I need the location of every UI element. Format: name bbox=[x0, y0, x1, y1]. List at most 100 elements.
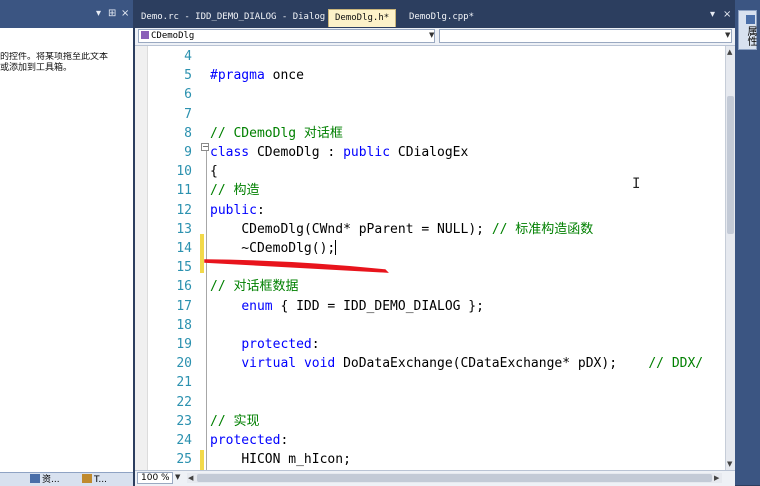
panel-dropdown-icon[interactable]: ▾ bbox=[96, 9, 101, 19]
line-number: 10 bbox=[176, 164, 192, 180]
tab-properties[interactable]: 属性 bbox=[738, 10, 757, 50]
pin-icon[interactable]: ⊞ bbox=[108, 9, 116, 19]
line-number: 7 bbox=[184, 106, 192, 122]
scroll-up-icon[interactable]: ▲ bbox=[727, 48, 732, 56]
panel-close-icon[interactable]: × bbox=[121, 9, 129, 19]
code-line[interactable]: 25 HICON m_hIcon; bbox=[135, 450, 725, 469]
tab-list-dropdown-icon[interactable]: ▾ bbox=[710, 9, 715, 21]
code-text: ~CDemoDlg(); bbox=[210, 240, 337, 256]
horizontal-scrollbar[interactable]: ◀ ▶ bbox=[187, 473, 722, 483]
code-line[interactable]: 8 // CDemoDlg 对话框 bbox=[135, 124, 725, 143]
horizontal-scroll-thumb[interactable] bbox=[197, 474, 712, 482]
code-line[interactable]: 14 ~CDemoDlg(); bbox=[135, 239, 725, 258]
code-area[interactable]: − 4 5 #pragma once 6 7 8// CDemoDlg 对话框 9 class… bbox=[135, 46, 725, 470]
chevron-down-icon[interactable]: ▼ bbox=[175, 473, 180, 481]
chevron-down-icon[interactable]: ▼ bbox=[429, 29, 434, 41]
code-line[interactable]: 9 class CDemoDlg : public CDialogEx bbox=[135, 143, 725, 162]
toolbox-description-line: 的控件。将某项拖至此文本 bbox=[0, 52, 109, 62]
code-text: CDemoDlg(CWnd* pParent = NULL); // 标准构造函… bbox=[241, 221, 594, 237]
line-number: 12 bbox=[176, 202, 192, 218]
toolbox-description: 的控件。将某项拖至此文本 或添加到工具箱。 bbox=[0, 52, 133, 74]
code-text: class CDemoDlg : public CDialogEx bbox=[210, 145, 469, 160]
code-line[interactable]: 5 #pragma once bbox=[135, 66, 725, 85]
line-number: 9 bbox=[184, 145, 192, 160]
code-line[interactable]: 24 protected: bbox=[135, 431, 725, 450]
line-number: 15 bbox=[176, 260, 192, 276]
line-number: 11 bbox=[176, 183, 192, 199]
chevron-down-icon[interactable]: ▼ bbox=[725, 29, 730, 41]
zoom-combo[interactable]: 100 % bbox=[137, 472, 173, 484]
code-line[interactable]: 13 CDemoDlg(CWnd* pParent = NULL); // 标准… bbox=[135, 220, 725, 239]
toolbox-panel: ▾ ⊞ × 的控件。将某项拖至此文本 或添加到工具箱。 资... T... bbox=[0, 0, 133, 486]
panel-bottom-tabs: 资... T... bbox=[0, 472, 133, 486]
line-number: 21 bbox=[176, 375, 192, 391]
code-text: enum { IDD = IDD_DEMO_DIALOG }; bbox=[241, 298, 484, 314]
close-document-icon[interactable]: × bbox=[723, 9, 731, 21]
line-number: 24 bbox=[176, 433, 192, 448]
code-text: // 对话框数据 bbox=[210, 279, 299, 295]
editor-bottom-bar: 100 % ▼ ◀ ▶ bbox=[135, 470, 735, 486]
code-text: // CDemoDlg 对话框 bbox=[210, 125, 343, 141]
code-line[interactable]: 22 bbox=[135, 393, 725, 412]
code-line[interactable]: 17 enum { IDD = IDD_DEMO_DIALOG }; bbox=[135, 297, 725, 316]
navigation-bar: CDemoDlg ▼ ▼ bbox=[135, 28, 735, 46]
tab-resource-view[interactable]: 资... bbox=[30, 474, 60, 486]
code-text: protected: bbox=[210, 433, 289, 448]
code-line[interactable]: 18 bbox=[135, 316, 725, 335]
line-number: 5 bbox=[184, 68, 192, 84]
toolbox-description-line: 或添加到工具箱。 bbox=[0, 63, 73, 73]
code-line[interactable]: 7 bbox=[135, 105, 725, 124]
code-text: protected: bbox=[241, 337, 320, 352]
tab-demodlg-cpp[interactable]: DemoDlg.cpp* bbox=[403, 9, 480, 27]
code-line[interactable]: 23 // 实现 bbox=[135, 412, 725, 431]
vertical-scroll-thumb[interactable] bbox=[727, 96, 734, 234]
class-icon bbox=[141, 31, 149, 39]
properties-icon bbox=[745, 14, 755, 24]
code-text: virtual void DoDataExchange(CDataExchang… bbox=[241, 356, 704, 372]
line-number: 6 bbox=[184, 87, 192, 103]
line-number: 18 bbox=[176, 317, 192, 333]
tab-controls: ▾ × bbox=[708, 9, 734, 23]
code-line[interactable]: 20 virtual void DoDataExchange(CDataExch… bbox=[135, 354, 725, 373]
line-number: 25 bbox=[176, 452, 192, 468]
tab-demo-rc[interactable]: Demo.rc - IDD_DEMO_DIALOG - Dialog bbox=[135, 9, 331, 27]
text-caret bbox=[335, 240, 337, 255]
line-number: 14 bbox=[176, 241, 192, 256]
class-combo[interactable]: CDemoDlg bbox=[138, 29, 435, 43]
mouse-ibeam-cursor: I bbox=[632, 176, 641, 192]
line-number: 8 bbox=[184, 125, 192, 141]
scroll-left-icon[interactable]: ◀ bbox=[188, 473, 193, 483]
scroll-right-icon[interactable]: ▶ bbox=[714, 473, 719, 483]
code-line[interactable]: 6 bbox=[135, 85, 725, 104]
scroll-down-icon[interactable]: ▼ bbox=[727, 460, 732, 468]
line-number: 23 bbox=[176, 413, 192, 429]
document-tab-bar: Demo.rc - IDD_DEMO_DIALOG - Dialog DemoD… bbox=[135, 0, 735, 28]
tab-toolbox[interactable]: T... bbox=[82, 474, 107, 486]
code-line[interactable]: 16 // 对话框数据 bbox=[135, 277, 725, 296]
tab-demodlg-h[interactable]: DemoDlg.h* bbox=[328, 9, 397, 27]
resource-view-icon bbox=[30, 474, 40, 483]
code-text: HICON m_hIcon; bbox=[241, 452, 351, 468]
code-line[interactable]: 12 public: bbox=[135, 201, 725, 220]
line-number: 22 bbox=[176, 394, 192, 410]
line-number: 4 bbox=[184, 49, 192, 64]
red-annotation-underline bbox=[204, 259, 389, 273]
code-line[interactable]: 19 protected: bbox=[135, 335, 725, 354]
code-line[interactable]: 4 bbox=[135, 47, 725, 66]
member-combo[interactable] bbox=[439, 29, 732, 43]
line-number: 16 bbox=[176, 279, 192, 295]
right-tool-strip: 属性 bbox=[735, 0, 760, 485]
line-number: 20 bbox=[176, 356, 192, 372]
line-number: 13 bbox=[176, 221, 192, 237]
code-text: public: bbox=[210, 202, 265, 218]
line-number: 19 bbox=[176, 337, 192, 352]
code-text: // 构造 bbox=[210, 183, 260, 199]
line-number: 17 bbox=[176, 298, 192, 314]
code-text: // 实现 bbox=[210, 413, 260, 429]
toolbox-header: ▾ ⊞ × bbox=[0, 0, 133, 28]
toolbox-icon bbox=[82, 474, 92, 483]
code-text: { bbox=[210, 164, 218, 180]
code-editor: CDemoDlg ▼ ▼ − 4 5 #pragma once 6 7 8// CDemo… bbox=[135, 28, 736, 486]
code-line[interactable]: 21 bbox=[135, 373, 725, 392]
code-text: #pragma once bbox=[210, 68, 304, 84]
